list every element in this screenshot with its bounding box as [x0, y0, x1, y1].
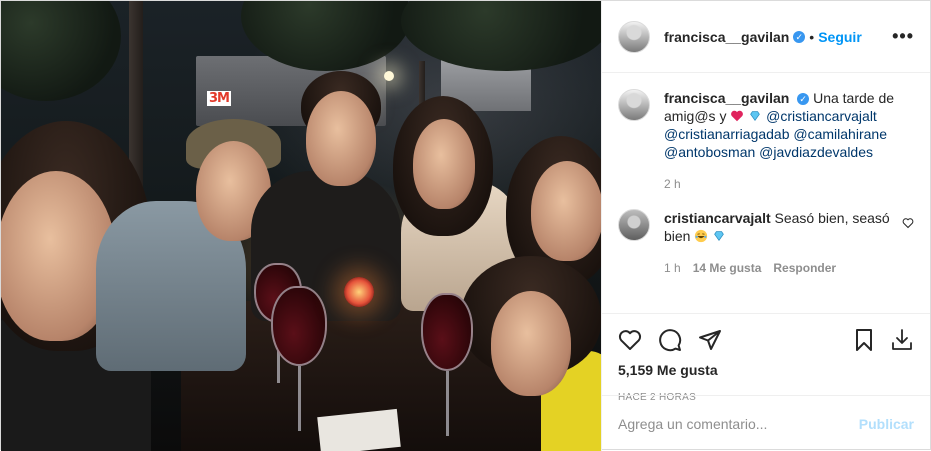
- person-face: [413, 119, 475, 209]
- caption-meta: 2 h: [664, 175, 914, 193]
- action-icons: [618, 322, 914, 358]
- person-face: [491, 291, 571, 396]
- mention-link[interactable]: @cristianarriagadab: [664, 126, 790, 142]
- avatar[interactable]: [618, 89, 650, 121]
- post-photo[interactable]: 3M: [1, 1, 601, 451]
- red-heart-emoji-icon: [731, 110, 744, 122]
- comments-section: francisca__gavilan ✓ Una tarde de amig@s…: [602, 73, 930, 313]
- avatar[interactable]: [618, 20, 650, 53]
- comment: cristiancarvajalt Seasó bien, seasó bien…: [618, 209, 914, 277]
- action-icons-right: [838, 328, 914, 352]
- comment-username[interactable]: cristiancarvajalt: [664, 210, 771, 226]
- comment-input[interactable]: [618, 415, 859, 432]
- glass-stem: [298, 366, 301, 431]
- instagram-post: 3M francisca__gavilan ✓ • Seguir ••• fra…: [0, 0, 931, 451]
- likes-count[interactable]: 5,159 Me gusta: [618, 362, 914, 378]
- publish-button[interactable]: Publicar: [859, 416, 914, 432]
- gem-emoji-icon: [750, 111, 761, 121]
- caption-username[interactable]: francisca__gavilan: [664, 90, 789, 106]
- napkin: [317, 408, 401, 451]
- comment-likes[interactable]: 14 Me gusta: [693, 259, 762, 277]
- separator-dot: •: [809, 28, 815, 45]
- person-face: [306, 91, 376, 186]
- glass-stem: [446, 371, 449, 436]
- post-sidebar: francisca__gavilan ✓ • Seguir ••• franci…: [601, 1, 930, 451]
- like-comment-heart-icon[interactable]: [902, 217, 914, 229]
- share-paper-plane-icon[interactable]: [698, 328, 722, 352]
- comment-bubble-icon[interactable]: [658, 328, 682, 352]
- caption-body: francisca__gavilan ✓ Una tarde de amig@s…: [664, 89, 914, 193]
- person-face: [531, 161, 601, 261]
- mention-link[interactable]: @camilahirane: [793, 126, 887, 142]
- mention-link[interactable]: @javdiazdevaldes: [759, 144, 873, 160]
- header-username[interactable]: francisca__gavilan: [664, 29, 789, 45]
- post-header: francisca__gavilan ✓ • Seguir •••: [602, 1, 930, 73]
- mention-link[interactable]: @cristiancarvajalt: [766, 108, 877, 124]
- more-options-icon[interactable]: •••: [892, 26, 914, 47]
- download-icon[interactable]: [890, 328, 914, 352]
- reply-button[interactable]: Responder: [773, 259, 836, 277]
- post-actions: 5,159 Me gusta HACE 2 HORAS: [602, 313, 930, 403]
- store-sign: 3M: [207, 91, 231, 106]
- follow-button[interactable]: Seguir: [818, 29, 862, 45]
- gem-emoji-icon: [714, 231, 725, 241]
- comment-meta: 1 h 14 Me gusta Responder: [664, 259, 894, 277]
- mention-link[interactable]: @antobosman: [664, 144, 755, 160]
- add-comment-bar: Publicar: [602, 395, 930, 451]
- save-bookmark-icon[interactable]: [852, 328, 876, 352]
- avatar[interactable]: [618, 209, 650, 241]
- street-light: [384, 71, 394, 81]
- caption-time[interactable]: 2 h: [664, 175, 681, 193]
- verified-badge-icon: ✓: [797, 93, 810, 106]
- laughing-emoji-icon: [695, 229, 708, 243]
- caption: francisca__gavilan ✓ Una tarde de amig@s…: [618, 89, 914, 193]
- comment-body: cristiancarvajalt Seasó bien, seasó bien…: [664, 209, 894, 277]
- comment-time[interactable]: 1 h: [664, 259, 681, 277]
- wine-glass: [271, 286, 327, 366]
- candle: [344, 277, 374, 307]
- wine-glass: [421, 293, 473, 371]
- verified-badge-icon: ✓: [793, 30, 806, 43]
- like-heart-icon[interactable]: [618, 328, 642, 352]
